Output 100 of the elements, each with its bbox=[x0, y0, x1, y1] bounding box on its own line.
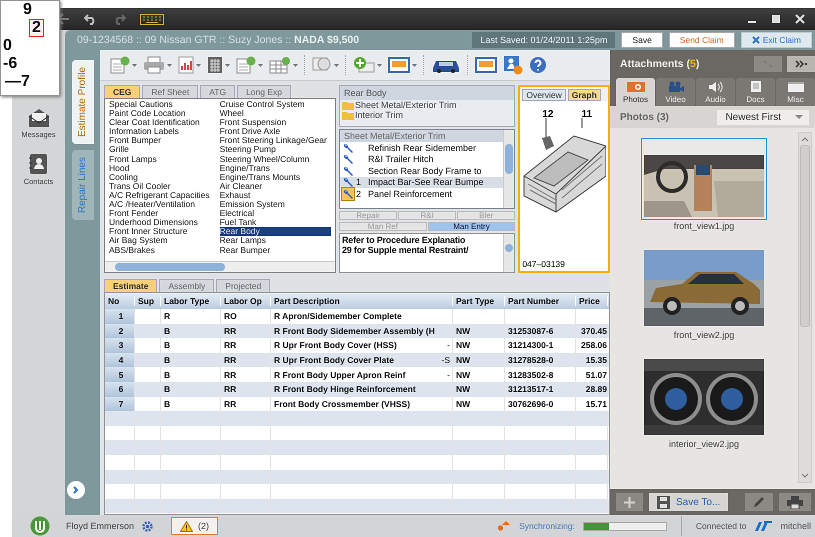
category-item[interactable]: Rear Body bbox=[220, 227, 331, 236]
estimate-tab[interactable]: Assembly bbox=[159, 279, 214, 292]
header-button[interactable]: Save bbox=[621, 32, 663, 48]
category-item[interactable]: Grille bbox=[109, 145, 214, 155]
attachment-tab[interactable]: Photos bbox=[616, 78, 655, 106]
category-item[interactable]: Rear Lamps bbox=[220, 236, 331, 246]
category-item[interactable]: Emission System bbox=[220, 200, 331, 210]
category-item[interactable]: Clear Coat Identification bbox=[109, 118, 214, 128]
estimate-tab[interactable]: Estimate bbox=[104, 279, 158, 292]
calculator-icon[interactable] bbox=[207, 56, 223, 74]
category-item[interactable]: Underhood Dimensions bbox=[109, 218, 214, 228]
attachment-tab[interactable]: Docs bbox=[736, 78, 775, 106]
add-icon[interactable] bbox=[353, 56, 375, 74]
category-item[interactable]: Front Suspension bbox=[220, 118, 331, 128]
collapse-button[interactable] bbox=[787, 56, 815, 72]
column-header[interactable]: Price bbox=[576, 296, 608, 306]
printer-icon[interactable] bbox=[143, 56, 165, 74]
category-item[interactable]: Cooling bbox=[109, 172, 214, 182]
category-item[interactable]: Engine/Trans bbox=[220, 164, 331, 173]
graphic-tab[interactable]: Overview bbox=[522, 89, 566, 101]
horizontal-scrollbar[interactable] bbox=[105, 261, 335, 272]
exit-claim-button[interactable]: Exit Claim bbox=[740, 32, 812, 48]
operation-item[interactable]: Section Rear Body Frame to bbox=[340, 165, 504, 176]
category-item[interactable]: Engine/Trans Mounts bbox=[220, 172, 331, 182]
document-dollar-icon[interactable] bbox=[236, 56, 256, 74]
category-item[interactable]: Exhaust bbox=[220, 190, 331, 200]
document-dollar-icon[interactable] bbox=[110, 56, 130, 74]
vertical-scrollbar[interactable] bbox=[503, 234, 514, 272]
category-tab[interactable]: Long Exp bbox=[237, 85, 291, 98]
contact-book-icon[interactable] bbox=[28, 153, 48, 175]
category-item[interactable]: Electrical bbox=[220, 209, 331, 218]
save-to-button[interactable]: Save To... bbox=[649, 493, 728, 511]
operation-item[interactable]: Refinish Rear Sidemember bbox=[340, 142, 504, 154]
attachment-tab[interactable]: Misc bbox=[776, 78, 815, 106]
keyboard-icon[interactable] bbox=[140, 14, 164, 24]
category-tab[interactable]: ATG bbox=[200, 85, 236, 98]
operation-item[interactable]: R&I Trailer Hitch bbox=[340, 154, 504, 165]
category-item[interactable]: A/C Refrigerant Capacities bbox=[109, 190, 214, 200]
column-header[interactable]: Part Number bbox=[505, 296, 576, 306]
column-header[interactable]: Labor Type bbox=[161, 296, 221, 306]
maximize-icon[interactable] bbox=[771, 14, 781, 24]
layout-icon[interactable] bbox=[388, 57, 410, 73]
category-item[interactable]: Air Cleaner bbox=[220, 182, 331, 191]
dropdown-caret-icon[interactable] bbox=[293, 64, 298, 66]
category-item[interactable]: Front Fender bbox=[109, 209, 214, 218]
add-button[interactable] bbox=[616, 493, 643, 511]
row-number-button[interactable]: 4 bbox=[105, 352, 135, 368]
layout-icon[interactable] bbox=[475, 57, 497, 73]
sort-dropdown[interactable]: Newest First bbox=[717, 110, 809, 124]
edit-button[interactable] bbox=[745, 493, 773, 511]
category-item[interactable]: Air Bag System bbox=[109, 236, 214, 246]
dropdown-caret-icon[interactable] bbox=[258, 64, 263, 66]
dropdown-caret-icon[interactable] bbox=[377, 64, 382, 66]
category-item[interactable]: Front Lamps bbox=[109, 154, 214, 164]
category-item[interactable]: Special Cautions bbox=[109, 100, 214, 110]
reference-button[interactable]: Man Entry bbox=[428, 222, 516, 231]
expand-button[interactable] bbox=[66, 481, 84, 499]
category-item[interactable]: Wheel bbox=[220, 109, 331, 118]
vertical-scrollbar[interactable] bbox=[798, 132, 812, 483]
dropdown-caret-icon[interactable] bbox=[225, 64, 230, 66]
spreadsheet-dollar-icon[interactable] bbox=[269, 56, 291, 74]
estimate-tab[interactable]: Projected bbox=[216, 279, 270, 292]
row-number-button[interactable]: 1 bbox=[105, 309, 135, 324]
column-header[interactable]: Labor Op bbox=[221, 296, 271, 306]
category-item[interactable]: Front Steering Linkage/Gear bbox=[220, 136, 331, 146]
category-item[interactable]: ABS/Brakes bbox=[109, 246, 214, 255]
category-item[interactable]: Front Bumper bbox=[109, 136, 214, 146]
column-header[interactable]: Part Type bbox=[453, 296, 505, 306]
category-tab[interactable]: CEG bbox=[104, 85, 140, 98]
dropdown-caret-icon[interactable] bbox=[334, 64, 339, 66]
category-item[interactable]: Cruise Control System bbox=[220, 100, 331, 110]
category-item[interactable]: Hood bbox=[109, 164, 214, 173]
help-icon[interactable] bbox=[529, 56, 547, 74]
category-item[interactable]: Steering Pump bbox=[220, 145, 331, 155]
column-header[interactable]: Part Description bbox=[271, 296, 453, 306]
category-tab[interactable]: Ref Sheet bbox=[142, 85, 198, 98]
dropdown-caret-icon[interactable] bbox=[196, 64, 201, 66]
operation-item[interactable]: 1 Impact Bar-See Rear Bumpe bbox=[340, 176, 504, 188]
row-number-button[interactable]: 5 bbox=[105, 367, 135, 382]
category-item[interactable]: Front Inner Structure bbox=[109, 227, 214, 236]
dropdown-caret-icon[interactable] bbox=[167, 64, 172, 66]
operation-item[interactable]: 2 Panel Reinforcement bbox=[340, 188, 504, 200]
category-item[interactable]: A/C /Heater/Ventilation bbox=[109, 200, 214, 210]
attachment-tab[interactable]: Audio bbox=[696, 78, 735, 106]
category-item[interactable]: Trans Oil Cooler bbox=[109, 182, 214, 191]
category-item[interactable]: Front Drive Axle bbox=[220, 127, 331, 136]
envelope-icon[interactable] bbox=[26, 108, 50, 128]
attachment-tab[interactable]: Video bbox=[656, 78, 695, 106]
person-alert-icon[interactable] bbox=[503, 55, 523, 75]
row-number-button[interactable]: 2 bbox=[105, 324, 135, 338]
dropdown-caret-icon[interactable] bbox=[132, 64, 137, 66]
settings-icon[interactable] bbox=[142, 520, 154, 532]
graphic-tab[interactable]: Graph bbox=[568, 89, 601, 101]
print-button[interactable] bbox=[779, 493, 811, 511]
report-icon[interactable] bbox=[178, 56, 194, 74]
category-item[interactable]: Paint Code Location bbox=[109, 109, 214, 118]
row-number-button[interactable]: 3 bbox=[105, 338, 135, 353]
category-item[interactable]: Steering Wheel/Column bbox=[220, 154, 331, 164]
warnings-button[interactable]: (2) bbox=[171, 517, 218, 535]
category-item[interactable]: Rear Bumper bbox=[220, 246, 331, 255]
